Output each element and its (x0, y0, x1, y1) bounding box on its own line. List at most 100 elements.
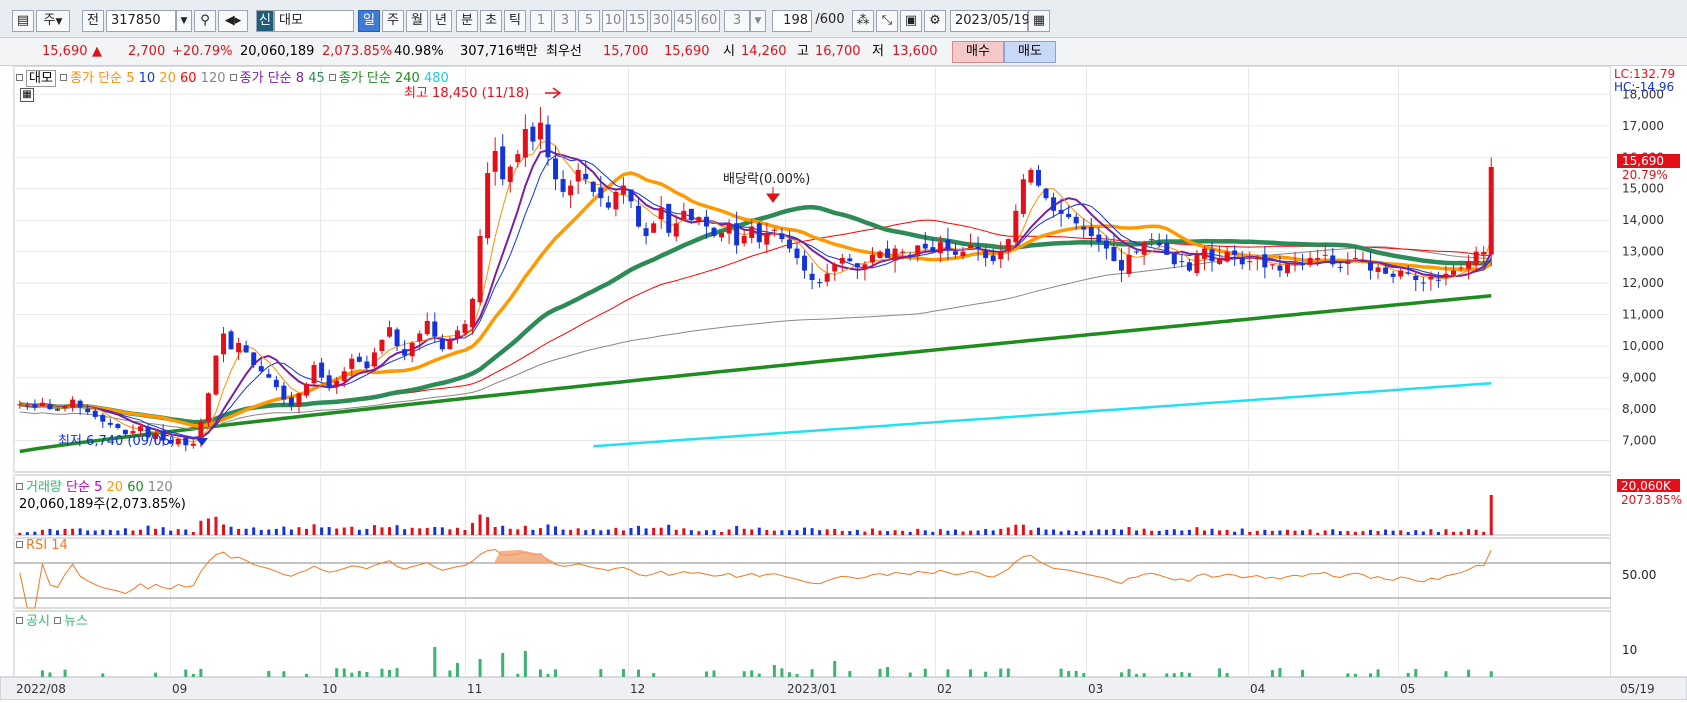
dividend-annotation: 배당락(0.00%) (723, 172, 810, 187)
candle-body (1134, 251, 1140, 253)
line-tool-icon[interactable]: ⤡ (876, 10, 898, 32)
volume-tag-text: 20,060K (1621, 479, 1672, 493)
legend-ma240[interactable]: 240 (395, 71, 420, 86)
date-input[interactable]: 2023/05/19 (950, 10, 1030, 32)
candle-body (24, 405, 30, 407)
volume-bar (855, 529, 859, 535)
rsi-legend: RSI 14 (16, 538, 68, 553)
legend-ma120[interactable]: 120 (201, 71, 226, 86)
volume-bar (795, 530, 799, 535)
volume-bar (833, 528, 837, 535)
legend-square-icon (328, 74, 336, 81)
candle-body (1330, 255, 1336, 265)
candle-body (70, 399, 76, 408)
count-input[interactable]: 198 (772, 10, 812, 32)
candle-body (311, 364, 317, 384)
news-bar (380, 668, 384, 677)
interval-60[interactable]: 60 (698, 10, 720, 32)
gear-icon[interactable]: ⚙ (924, 10, 946, 32)
x-tick-label: 2023/01 (787, 682, 837, 696)
volume-bar (787, 530, 791, 535)
save-icon[interactable]: ▣ (900, 10, 922, 32)
legend-ma60[interactable]: 60 (180, 71, 197, 86)
interval-dropdown-icon[interactable]: ▼ (750, 10, 766, 32)
interval-15[interactable]: 15 (626, 10, 648, 32)
interval-45[interactable]: 45 (674, 10, 696, 32)
volume-bar (584, 530, 588, 535)
volume-bar (184, 529, 188, 535)
candle-body (213, 355, 219, 395)
code-dropdown-icon[interactable]: ▼ (176, 10, 192, 32)
stock-code-input[interactable]: 317850 (106, 10, 176, 32)
news-bar (1165, 673, 1169, 677)
prev-button[interactable]: 전 (82, 10, 104, 32)
candle-body (1269, 264, 1275, 266)
volume-bar (56, 530, 60, 535)
calendar-icon[interactable]: ▦ (1028, 10, 1050, 32)
interval-5[interactable]: 5 (578, 10, 600, 32)
period-day-tab[interactable]: 일 (358, 10, 380, 32)
period-second-tab[interactable]: 초 (480, 10, 502, 32)
tools-icon[interactable]: ⁂ (852, 10, 874, 32)
candle-body (1035, 169, 1041, 186)
period-month-tab[interactable]: 월 (406, 10, 428, 32)
candle-body (817, 282, 823, 284)
volume-bar (191, 531, 195, 535)
rsi-50-label: 50.00 (1622, 568, 1656, 582)
stock-name-field[interactable]: 대모 (274, 10, 354, 32)
news-bar (637, 669, 641, 677)
interval-3[interactable]: 3 (554, 10, 576, 32)
news-bar (191, 673, 195, 677)
candle-body (1247, 261, 1253, 263)
candle-body (545, 124, 551, 158)
candle-body (236, 342, 242, 353)
period-year-tab[interactable]: 년 (430, 10, 452, 32)
legend-ma480[interactable]: 480 (424, 71, 449, 86)
legend-ma5[interactable]: 5 (126, 71, 134, 86)
legend-ma20[interactable]: 20 (159, 71, 176, 86)
volume-bar (25, 532, 29, 535)
legend-news-label[interactable]: 뉴스 (64, 614, 88, 629)
candle-body (183, 437, 189, 446)
candle-body (734, 223, 740, 246)
volume-bar (1293, 530, 1297, 535)
volume-bar (606, 529, 610, 535)
speaker-icon[interactable]: ◀▸ (218, 10, 248, 32)
high-annotation: 최고 18,450 (11/18) (404, 86, 529, 101)
legend-rsi-label[interactable]: RSI 14 (26, 538, 68, 553)
period-tick-tab[interactable]: 틱 (504, 10, 526, 32)
legend-ma8[interactable]: 8 (296, 71, 304, 86)
candle-body (371, 352, 377, 367)
news-bar (1082, 672, 1086, 677)
interval-custom-input[interactable]: 3 (724, 10, 750, 32)
news-bar (335, 668, 339, 677)
period-week-tab[interactable]: 주 (382, 10, 404, 32)
buy-button[interactable]: 매수 (952, 41, 1004, 63)
search-icon[interactable]: ⚲ (194, 10, 216, 32)
news-bar (1172, 673, 1176, 677)
volume-bar (1331, 529, 1335, 535)
interval-10[interactable]: 10 (602, 10, 624, 32)
volume-bar (712, 530, 716, 535)
chart-area[interactable]: 7,000 8,000 9,000 10,000 11,000 12,000 13,000 1… (0, 65, 1687, 701)
period-minute-tab[interactable]: 분 (456, 10, 478, 32)
candle-body (1043, 188, 1049, 199)
candle-body (832, 264, 838, 272)
period-select[interactable]: 주▼ (36, 10, 70, 32)
volume-bar (403, 529, 407, 535)
chart-menu-icon[interactable]: ▤ (12, 10, 34, 32)
legend-ma10[interactable]: 10 (139, 71, 156, 86)
legend-disclosure-label[interactable]: 공시 (26, 614, 50, 629)
candle-body (1292, 261, 1298, 263)
candle-body (1028, 169, 1034, 183)
candle-body (190, 443, 196, 446)
legend-ma45[interactable]: 45 (308, 71, 325, 86)
grid-toggle-icon[interactable]: ▦ (20, 88, 34, 102)
sell-button[interactable]: 매도 (1004, 41, 1056, 63)
news-bar (772, 665, 776, 677)
candle-body (424, 320, 430, 335)
interval-1[interactable]: 1 (530, 10, 552, 32)
interval-30[interactable]: 30 (650, 10, 672, 32)
stock-chart[interactable]: 7,000 8,000 9,000 10,000 11,000 12,000 13,000 1… (0, 65, 1687, 701)
candle-body (1428, 276, 1434, 280)
